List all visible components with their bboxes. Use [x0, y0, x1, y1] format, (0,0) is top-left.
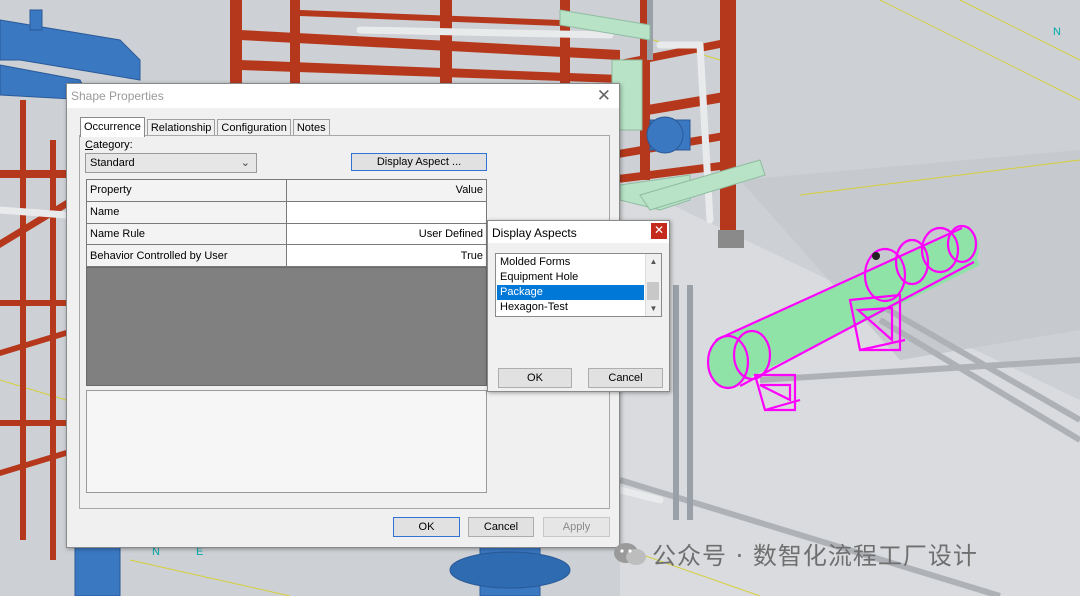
dialog-title: Shape Properties: [71, 89, 164, 103]
category-label: Category:: [85, 139, 133, 151]
grid-header-value: Value: [286, 179, 487, 202]
tab-occurrence[interactable]: Occurrence: [80, 117, 145, 137]
watermark: 公众号 · 数智化流程工厂设计: [612, 536, 978, 570]
grid-header-property: Property: [86, 179, 287, 202]
display-aspects-title: Display Aspects: [492, 226, 577, 240]
tab-relationship[interactable]: Relationship: [146, 119, 216, 136]
tab-strip: Occurrence Relationship Configuration No…: [80, 117, 332, 137]
aspects-cancel-button[interactable]: Cancel: [588, 368, 663, 388]
property-name-cell: Name: [86, 200, 287, 224]
display-aspects-titlebar[interactable]: Display Aspects ✕: [488, 221, 669, 243]
listbox-scrollbar[interactable]: ▲ ▼: [645, 254, 661, 316]
close-icon[interactable]: ✕: [651, 223, 667, 239]
compass-north-label: N: [1053, 26, 1061, 38]
grid-header-row: Property Value: [86, 179, 487, 202]
description-pane: [86, 390, 487, 493]
scroll-down-icon[interactable]: ▼: [646, 301, 661, 316]
scroll-thumb[interactable]: [647, 282, 659, 300]
list-item-selected[interactable]: Package: [497, 285, 644, 300]
aspects-listbox[interactable]: Molded Forms Equipment Hole Package Hexa…: [495, 253, 662, 317]
cancel-button[interactable]: Cancel: [468, 517, 534, 537]
list-item[interactable]: Hexagon-Test: [497, 300, 644, 315]
property-name-cell: Name Rule: [86, 222, 287, 246]
grid-empty-area: [86, 267, 487, 386]
tab-notes[interactable]: Notes: [292, 119, 330, 136]
ok-button[interactable]: OK: [393, 517, 460, 537]
property-value-cell[interactable]: [286, 200, 487, 224]
category-label-text: ategory:: [92, 139, 133, 151]
aspects-ok-button[interactable]: OK: [498, 368, 572, 388]
display-aspects-dialog: Display Aspects ✕ Molded Forms Equipment…: [487, 220, 670, 392]
scroll-up-icon[interactable]: ▲: [646, 254, 661, 269]
close-icon[interactable]: ✕: [597, 86, 611, 106]
list-item[interactable]: Molded Forms: [497, 255, 644, 270]
apply-button[interactable]: Apply: [543, 517, 610, 537]
property-name-cell: Behavior Controlled by User: [86, 244, 287, 267]
table-row[interactable]: Behavior Controlled by User True: [86, 244, 487, 267]
display-aspect-button[interactable]: Display Aspect ...: [351, 153, 487, 171]
wechat-icon: [614, 542, 646, 565]
property-grid: Property Value Name Name Rule User Defin…: [86, 179, 487, 267]
property-value-cell[interactable]: True: [286, 244, 487, 267]
table-row[interactable]: Name: [86, 200, 487, 224]
chevron-down-icon[interactable]: ⌄: [241, 156, 250, 169]
category-select[interactable]: Standard ⌄: [85, 153, 257, 173]
list-item[interactable]: Equipment Hole: [497, 270, 644, 285]
category-select-value: Standard: [90, 157, 135, 169]
tab-configuration[interactable]: Configuration: [217, 119, 291, 136]
table-row[interactable]: Name Rule User Defined: [86, 222, 487, 246]
property-value-cell[interactable]: User Defined: [286, 222, 487, 246]
category-label-accelerator: C: [85, 139, 93, 151]
watermark-text: 公众号 · 数智化流程工厂设计: [652, 542, 978, 570]
dialog-titlebar[interactable]: Shape Properties ✕: [67, 84, 619, 108]
